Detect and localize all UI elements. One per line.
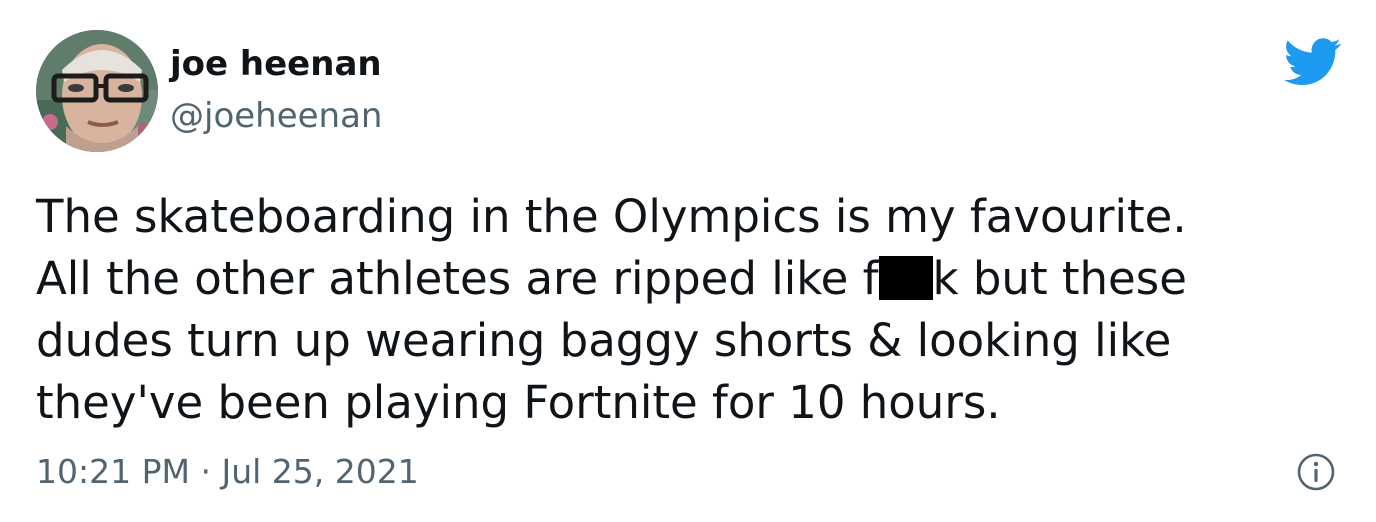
tweet-meta: 10:21 PM · Jul 25, 2021	[36, 450, 419, 494]
author-name[interactable]: joe heenan	[170, 44, 382, 84]
avatar-image	[36, 30, 158, 152]
tweet-line: dudes turn up wearing baggy shorts & loo…	[36, 314, 1172, 367]
author-block: joe heenan @joeheenan	[170, 44, 382, 136]
info-icon[interactable]	[1296, 452, 1336, 492]
tweet-line-part: k but these	[932, 252, 1187, 305]
redaction-box	[878, 256, 933, 300]
tweet-line: The skateboarding in the Olympics is my …	[36, 190, 1187, 243]
tweet-card: joe heenan @joeheenan The skateboarding …	[0, 0, 1376, 522]
tweet-line-part: All the other athletes are ripped like f	[36, 252, 879, 305]
meta-separator: ·	[200, 452, 211, 491]
author-handle[interactable]: @joeheenan	[170, 96, 382, 136]
tweet-line: they've been playing Fortnite for 10 hou…	[36, 376, 1001, 429]
tweet-time[interactable]: 10:21 PM	[36, 452, 190, 491]
twitter-bird-icon[interactable]	[1284, 38, 1342, 86]
tweet-date[interactable]: Jul 25, 2021	[221, 452, 418, 491]
tweet-text: The skateboarding in the Olympics is my …	[36, 186, 1356, 434]
tweet-line: All the other athletes are ripped like f…	[36, 248, 1356, 310]
avatar[interactable]	[36, 30, 158, 152]
